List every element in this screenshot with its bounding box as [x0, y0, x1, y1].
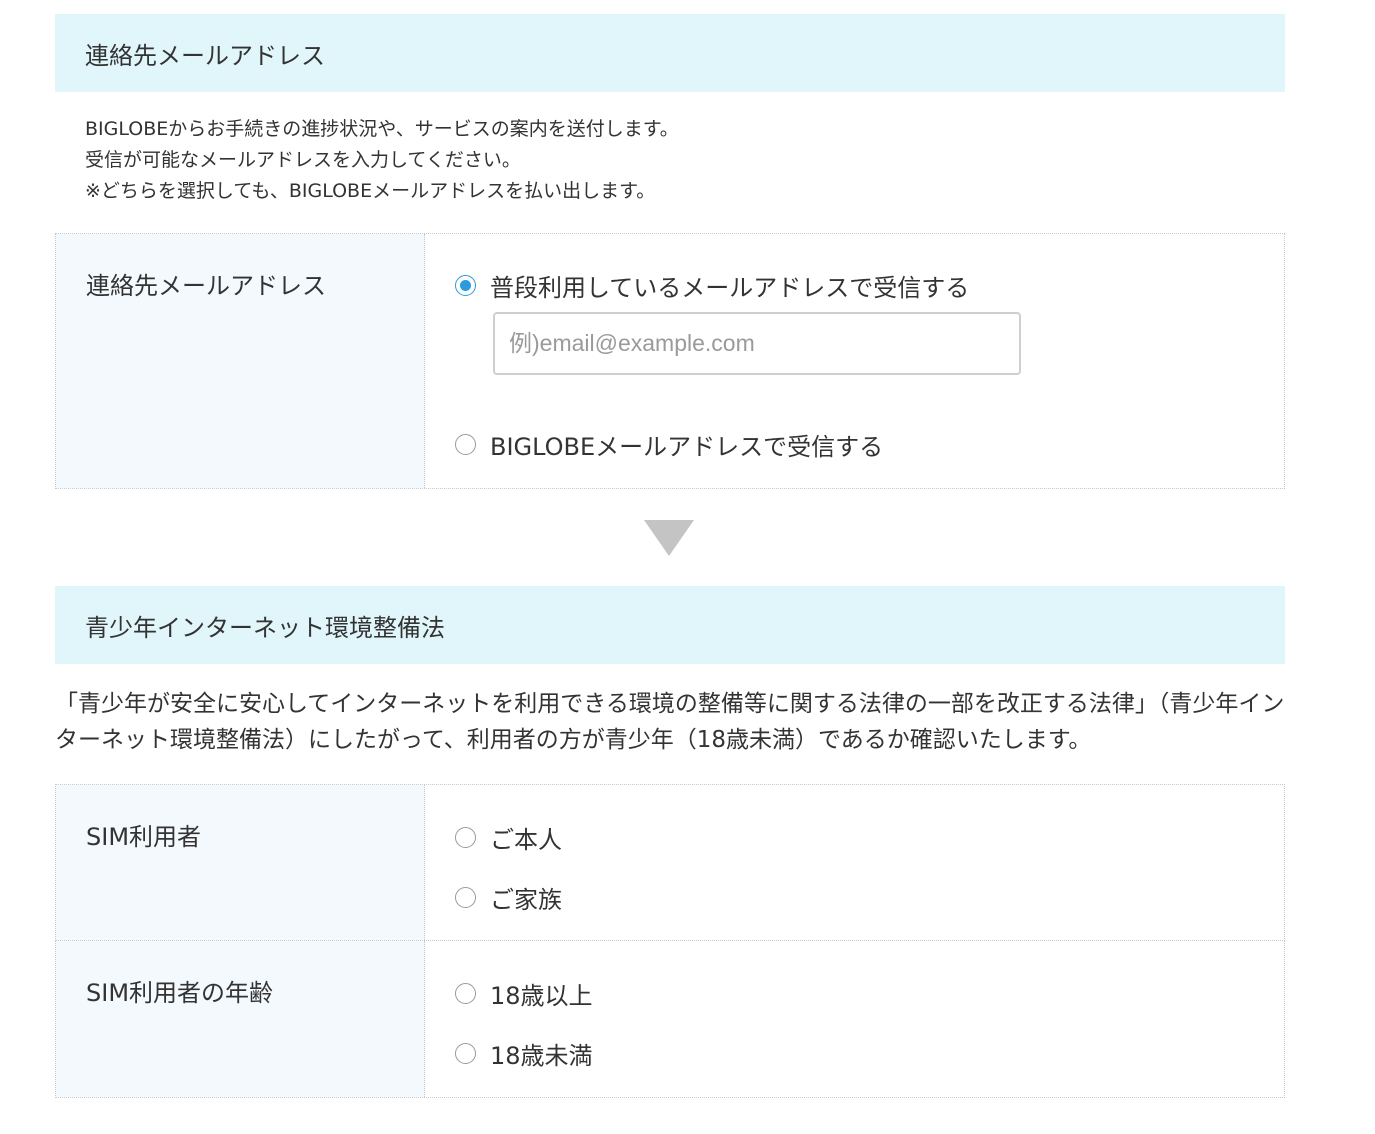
radio-button-icon[interactable]	[455, 275, 476, 296]
email-input[interactable]	[493, 312, 1021, 375]
page: 連絡先メールアドレス BIGLOBEからお手続きの進捗状況や、サービスの案内を送…	[0, 0, 1375, 1134]
sim-user-value-cell: ご本人 ご家族	[425, 785, 1284, 940]
youth-law-section-title: 青少年インターネット環境整備法	[85, 613, 445, 642]
radio-button-icon[interactable]	[455, 887, 476, 908]
sim-user-label-cell: SIM利用者	[56, 785, 425, 940]
radio-self[interactable]: ご本人	[455, 820, 562, 855]
sim-user-row: SIM利用者 ご本人 ご家族	[55, 784, 1285, 941]
radio-button-icon[interactable]	[455, 983, 476, 1004]
contact-email-intro: BIGLOBEからお手続きの進捗状況や、サービスの案内を送付します。 受信が可能…	[85, 114, 679, 207]
contact-email-section-header: 連絡先メールアドレス	[55, 14, 1285, 92]
radio-family-label: ご家族	[490, 886, 562, 914]
radio-biglobe-email[interactable]: BIGLOBEメールアドレスで受信する	[455, 427, 883, 462]
youth-law-section-header: 青少年インターネット環境整備法	[55, 586, 1285, 664]
radio-usual-email-label: 普段利用しているメールアドレスで受信する	[490, 274, 970, 302]
intro-line: ※どちらを選択しても、BIGLOBEメールアドレスを払い出します。	[85, 180, 656, 202]
intro-line: BIGLOBEからお手続きの進捗状況や、サービスの案内を送付します。	[85, 118, 679, 140]
contact-email-label-cell: 連絡先メールアドレス	[56, 234, 425, 488]
sim-user-age-value-cell: 18歳以上 18歳未満	[425, 941, 1284, 1097]
radio-age-18-or-over-label: 18歳以上	[490, 982, 593, 1010]
down-triangle-icon	[644, 520, 694, 556]
contact-email-value-cell: 普段利用しているメールアドレスで受信する BIGLOBEメールアドレスで受信する	[425, 234, 1284, 488]
radio-button-icon[interactable]	[455, 434, 476, 455]
radio-usual-email[interactable]: 普段利用しているメールアドレスで受信する	[455, 268, 969, 303]
intro-line: 受信が可能なメールアドレスを入力してください。	[85, 149, 521, 171]
radio-family[interactable]: ご家族	[455, 880, 562, 915]
contact-email-row: 連絡先メールアドレス 普段利用しているメールアドレスで受信する BIGLOBEメ…	[55, 233, 1285, 489]
radio-age-18-or-over[interactable]: 18歳以上	[455, 976, 593, 1011]
youth-law-form-table: SIM利用者 ご本人 ご家族 SIM利用者の年齢 18歳以上 18歳未満	[55, 784, 1285, 1098]
radio-self-label: ご本人	[490, 826, 562, 854]
sim-user-age-row: SIM利用者の年齢 18歳以上 18歳未満	[55, 941, 1285, 1098]
contact-email-form-table: 連絡先メールアドレス 普段利用しているメールアドレスで受信する BIGLOBEメ…	[55, 233, 1285, 489]
radio-biglobe-email-label: BIGLOBEメールアドレスで受信する	[490, 433, 884, 461]
sim-user-age-label-cell: SIM利用者の年齢	[56, 941, 425, 1097]
sim-user-label: SIM利用者	[86, 823, 202, 851]
youth-law-description: 「青少年が安全に安心してインターネットを利用できる環境の整備等に関する法律の一部…	[55, 691, 1285, 753]
radio-button-icon[interactable]	[455, 1043, 476, 1064]
radio-button-icon[interactable]	[455, 827, 476, 848]
sim-user-age-label: SIM利用者の年齢	[86, 979, 274, 1007]
contact-email-section-title: 連絡先メールアドレス	[85, 41, 325, 70]
contact-email-field-label: 連絡先メールアドレス	[86, 272, 326, 300]
radio-age-under-18[interactable]: 18歳未満	[455, 1036, 593, 1071]
radio-age-under-18-label: 18歳未満	[490, 1042, 593, 1070]
